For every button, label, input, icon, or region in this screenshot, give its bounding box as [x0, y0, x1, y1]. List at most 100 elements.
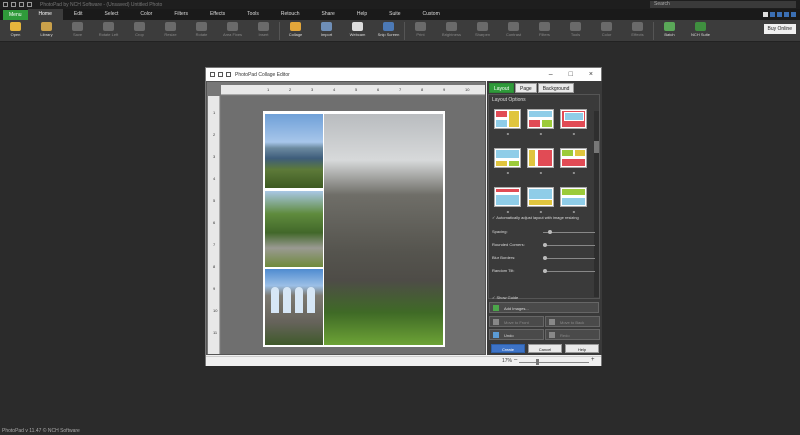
help-button[interactable]: Help [565, 344, 599, 353]
save-icon[interactable] [3, 2, 8, 7]
filters-button[interactable]: Filters [529, 20, 560, 37]
area-fixes-button[interactable]: Area Fixes [217, 20, 248, 37]
brightness-button[interactable]: Brightness [436, 20, 467, 37]
undo-icon[interactable] [218, 72, 223, 77]
slider-track[interactable] [543, 230, 595, 234]
ruler-tick: 5 [355, 87, 358, 92]
tab-home[interactable]: Home [27, 9, 63, 20]
add-images-button[interactable]: Add Images... [489, 302, 599, 313]
cancel-button[interactable]: Cancel [528, 344, 562, 353]
collage-page[interactable] [263, 111, 445, 347]
slider-handle[interactable] [547, 230, 552, 234]
ruler-tick: 8 [421, 87, 424, 92]
collage-photo-ruins[interactable] [265, 269, 323, 345]
layout-thumbnail[interactable] [560, 187, 587, 207]
minimize-icon[interactable]: – [549, 71, 553, 78]
layout-thumbnail[interactable] [494, 148, 521, 168]
tab-effects[interactable]: Effects [199, 9, 236, 20]
open-button[interactable]: Open [0, 20, 31, 37]
nch-suite-button[interactable]: NCH Suite [685, 20, 716, 37]
menu-button[interactable]: Menu [3, 9, 28, 20]
tab-select[interactable]: Select [93, 9, 129, 20]
slider-handle[interactable] [543, 256, 547, 260]
sharpen-button[interactable]: Sharpen [467, 20, 498, 37]
layout-thumbnail[interactable] [527, 187, 554, 207]
move-to-front-button[interactable]: Move to Front [489, 316, 544, 327]
tab-page[interactable]: Page [515, 83, 537, 93]
layout-thumbnail[interactable] [494, 187, 521, 207]
tab-custom[interactable]: Custom [412, 9, 451, 20]
youtube-icon[interactable] [784, 12, 789, 17]
contrast-button[interactable]: Contrast [498, 20, 529, 37]
redo-icon[interactable] [226, 72, 231, 77]
create-button[interactable]: Create [491, 344, 525, 353]
webcam-button[interactable]: Webcam [342, 20, 373, 37]
rotate-button[interactable]: Rotate [186, 20, 217, 37]
redo-button[interactable]: Redo [545, 329, 600, 340]
zoom-slider[interactable] [519, 362, 589, 363]
buy-online-button[interactable]: Buy Online [763, 24, 796, 34]
open-icon [10, 22, 21, 31]
resize-button[interactable]: Resize [155, 20, 186, 37]
layout-scrollbar[interactable] [594, 111, 599, 297]
close-icon[interactable]: × [589, 71, 593, 78]
webcam-label: Webcam [349, 32, 366, 37]
color-button[interactable]: Color [591, 20, 622, 37]
redo-icon[interactable] [19, 2, 24, 7]
collage-button[interactable]: Collage [280, 20, 311, 37]
effects-button[interactable]: Effects [622, 20, 653, 37]
show-guide-checkbox[interactable]: ✓ Show Guide [492, 295, 518, 300]
tab-edit[interactable]: Edit [63, 9, 94, 20]
zoom-out-icon[interactable]: – [514, 357, 517, 363]
tab-suite[interactable]: Suite [378, 9, 411, 20]
twitter-icon[interactable] [777, 12, 782, 17]
facebook-icon[interactable] [770, 12, 775, 17]
layout-thumbnail[interactable] [560, 109, 587, 129]
layout-thumbnail[interactable] [527, 148, 554, 168]
slider-handle[interactable] [543, 269, 547, 273]
library-button[interactable]: Library [31, 20, 62, 37]
undo-button[interactable]: Undo [489, 329, 544, 340]
collage-photo-castle[interactable] [324, 114, 443, 345]
collage-photo-bridge[interactable] [265, 114, 323, 188]
tab-share[interactable]: Share [310, 9, 345, 20]
move-to-back-button[interactable]: Move to Back [545, 316, 600, 327]
rotate-left-button[interactable]: Rotate Left [93, 20, 124, 37]
collage-photo-park-path[interactable] [265, 191, 323, 267]
import-button[interactable]: Import [311, 20, 342, 37]
zoom-level[interactable]: 17% [502, 358, 512, 364]
tools-button[interactable]: Tools [560, 20, 591, 37]
slider-track[interactable] [543, 256, 595, 260]
search-input[interactable]: Search [650, 1, 796, 8]
crop-button[interactable]: Crop [124, 20, 155, 37]
tab-retouch[interactable]: Retouch [270, 9, 311, 20]
tab-color[interactable]: Color [129, 9, 163, 20]
slider-handle[interactable] [543, 243, 547, 247]
slider-track[interactable] [543, 269, 595, 273]
batch-button[interactable]: Batch [654, 20, 685, 37]
zoom-in-icon[interactable]: + [591, 357, 595, 363]
zoom-slider-handle[interactable] [535, 359, 539, 365]
scroll-thumb[interactable] [594, 141, 599, 153]
print-button[interactable]: Print [405, 20, 436, 37]
tab-tools[interactable]: Tools [236, 9, 270, 20]
save-button[interactable]: Save [62, 20, 93, 37]
auto-adjust-checkbox[interactable]: ✓ Automatically adjust layout with image… [492, 215, 579, 220]
ribbon-toolbar: Open Library Save Rotate Left Crop Resize Rota… [0, 20, 800, 42]
tab-help[interactable]: Help [346, 9, 378, 20]
slider-track[interactable] [543, 243, 595, 247]
layout-thumbnail[interactable] [527, 109, 554, 129]
snip-screen-button[interactable]: Snip Screen [373, 20, 404, 37]
folder-icon[interactable] [27, 2, 32, 7]
tab-filters[interactable]: Filters [163, 9, 199, 20]
tab-layout[interactable]: Layout [489, 83, 515, 93]
undo-icon[interactable] [11, 2, 16, 7]
mail-icon[interactable] [763, 12, 768, 17]
dialog-title: PhotoPad Collage Editor [235, 71, 290, 78]
layout-thumbnail[interactable] [494, 109, 521, 129]
linkedin-icon[interactable] [791, 12, 796, 17]
insert-button[interactable]: Insert [248, 20, 279, 37]
tab-background[interactable]: Background [537, 83, 575, 93]
layout-thumbnail[interactable] [560, 148, 587, 168]
maximize-icon[interactable]: □ [569, 71, 573, 78]
